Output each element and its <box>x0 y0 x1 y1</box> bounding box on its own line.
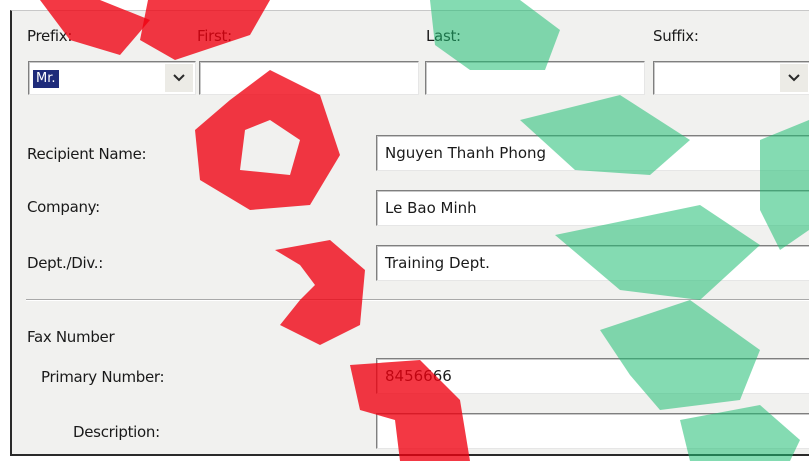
chevron-down-icon <box>173 74 185 82</box>
suffix-dropdown-button[interactable] <box>780 64 808 92</box>
section-divider <box>26 299 809 301</box>
first-name-input[interactable] <box>199 61 419 95</box>
company-input[interactable]: Le Bao Minh <box>376 190 809 226</box>
recipient-name-input[interactable]: Nguyen Thanh Phong <box>376 135 809 171</box>
suffix-label: Suffix: <box>653 27 699 45</box>
recipient-name-label: Recipient Name: <box>27 145 147 163</box>
description-input[interactable] <box>376 413 809 449</box>
suffix-dropdown[interactable] <box>653 61 809 95</box>
fax-number-section-label: Fax Number <box>27 328 115 346</box>
dept-div-input[interactable]: Training Dept. <box>376 245 809 281</box>
recipient-form-panel: Prefix: First: Last: Suffix: Mr. Recipie… <box>10 10 809 456</box>
prefix-dropdown-button[interactable] <box>165 64 193 92</box>
primary-number-input[interactable]: 8456666 <box>376 358 809 394</box>
last-name-input[interactable] <box>425 61 645 95</box>
description-label: Description: <box>73 423 160 441</box>
chevron-down-icon <box>788 74 800 82</box>
prefix-dropdown[interactable]: Mr. <box>28 61 196 95</box>
primary-number-label: Primary Number: <box>41 368 165 386</box>
first-name-label: First: <box>197 27 232 45</box>
dept-div-label: Dept./Div.: <box>27 254 103 272</box>
last-name-label: Last: <box>426 27 461 45</box>
prefix-selected-value: Mr. <box>33 70 59 88</box>
company-label: Company: <box>27 198 100 216</box>
prefix-label: Prefix: <box>27 27 73 45</box>
